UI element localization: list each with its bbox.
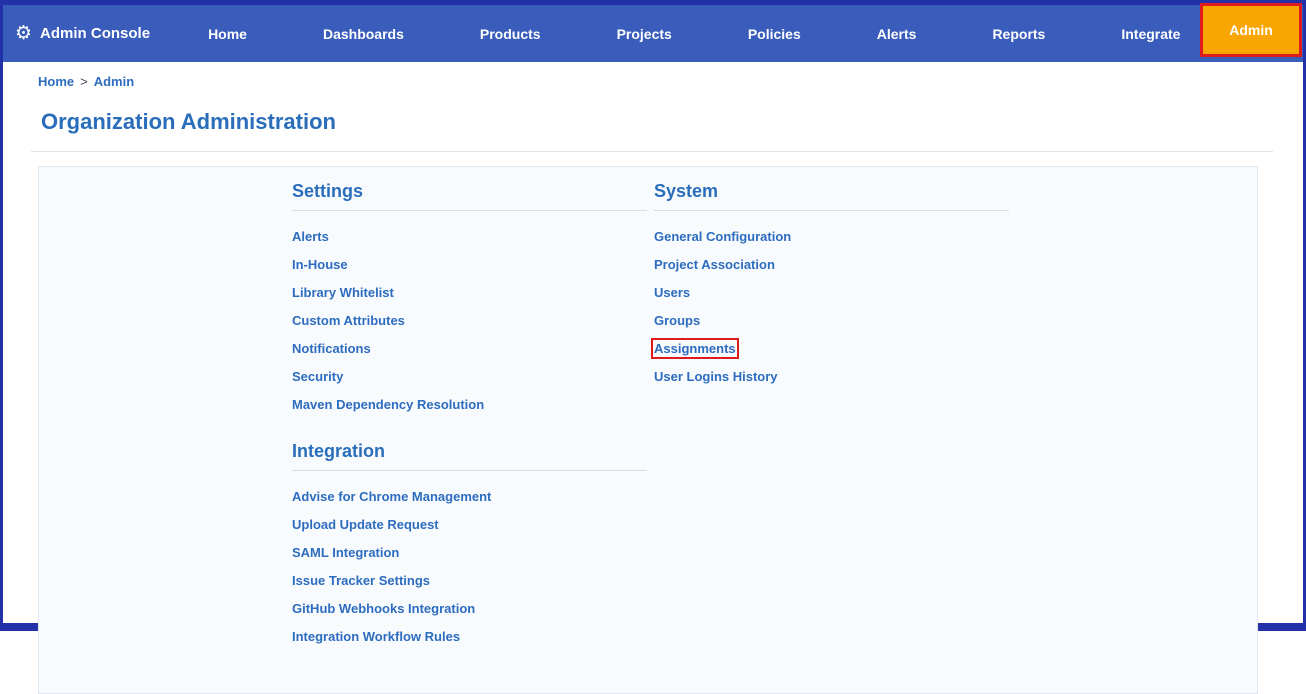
link-users[interactable]: Users	[654, 285, 690, 300]
nav-item-policies[interactable]: Policies	[710, 8, 839, 60]
brand-label: Admin Console	[40, 25, 151, 42]
nav-item-projects[interactable]: Projects	[579, 8, 710, 60]
breadcrumb-admin-link[interactable]: Admin	[94, 74, 134, 89]
link-groups[interactable]: Groups	[654, 313, 700, 328]
link-in-house[interactable]: In-House	[292, 257, 348, 272]
nav-item-dashboards[interactable]: Dashboards	[285, 8, 442, 60]
section-integration: Integration Advise for Chrome Management…	[292, 441, 647, 651]
breadcrumb-separator: >	[80, 74, 88, 89]
link-advise-for-chrome-management[interactable]: Advise for Chrome Management	[292, 489, 491, 504]
nav-item-home[interactable]: Home	[170, 8, 285, 60]
panel-columns: Settings Alerts In-House Library Whiteli…	[292, 181, 1257, 673]
admin-panel: Settings Alerts In-House Library Whiteli…	[38, 166, 1258, 694]
link-github-webhooks-integration[interactable]: GitHub Webhooks Integration	[292, 601, 475, 616]
right-column: System General Configuration Project Ass…	[651, 181, 1009, 413]
integration-link-list: Advise for Chrome Management Upload Upda…	[292, 483, 647, 651]
title-divider	[31, 151, 1273, 152]
nav-item-reports[interactable]: Reports	[954, 8, 1083, 60]
nav-items: Home Dashboards Products Projects Polici…	[170, 8, 1218, 60]
settings-link-list: Alerts In-House Library Whitelist Custom…	[292, 223, 647, 419]
nav-item-admin[interactable]: Admin	[1200, 3, 1302, 57]
section-title-settings: Settings	[292, 181, 647, 211]
link-upload-update-request[interactable]: Upload Update Request	[292, 517, 439, 532]
left-column: Settings Alerts In-House Library Whiteli…	[292, 181, 647, 673]
page-frame: ⚙ Admin Console Home Dashboards Products…	[0, 0, 1306, 694]
link-security[interactable]: Security	[292, 369, 343, 384]
link-library-whitelist[interactable]: Library Whitelist	[292, 285, 394, 300]
breadcrumb-home-link[interactable]: Home	[38, 74, 74, 89]
link-custom-attributes[interactable]: Custom Attributes	[292, 313, 405, 328]
section-title-system: System	[654, 181, 1009, 211]
link-project-association[interactable]: Project Association	[654, 257, 775, 272]
system-link-list: General Configuration Project Associatio…	[651, 223, 1009, 391]
nav-item-integrate[interactable]: Integrate	[1083, 8, 1218, 60]
link-assignments[interactable]: Assignments	[651, 338, 739, 359]
link-integration-workflow-rules[interactable]: Integration Workflow Rules	[292, 629, 460, 644]
top-navigation-bar: ⚙ Admin Console Home Dashboards Products…	[3, 3, 1303, 62]
section-system: System General Configuration Project Ass…	[651, 181, 1009, 391]
page-title: Organization Administration	[41, 109, 336, 134]
nav-item-products[interactable]: Products	[442, 8, 579, 60]
link-alerts[interactable]: Alerts	[292, 229, 329, 244]
nav-item-alerts[interactable]: Alerts	[839, 8, 955, 60]
link-general-configuration[interactable]: General Configuration	[654, 229, 791, 244]
brand-admin-console[interactable]: ⚙ Admin Console	[15, 24, 150, 43]
breadcrumb: Home > Admin	[3, 62, 1303, 95]
link-user-logins-history[interactable]: User Logins History	[654, 369, 778, 384]
section-title-integration: Integration	[292, 441, 647, 471]
gear-icon: ⚙	[15, 23, 33, 44]
link-maven-dependency-resolution[interactable]: Maven Dependency Resolution	[292, 397, 484, 412]
link-issue-tracker-settings[interactable]: Issue Tracker Settings	[292, 573, 430, 588]
link-saml-integration[interactable]: SAML Integration	[292, 545, 399, 560]
section-settings: Settings Alerts In-House Library Whiteli…	[292, 181, 647, 419]
link-notifications[interactable]: Notifications	[292, 341, 371, 356]
